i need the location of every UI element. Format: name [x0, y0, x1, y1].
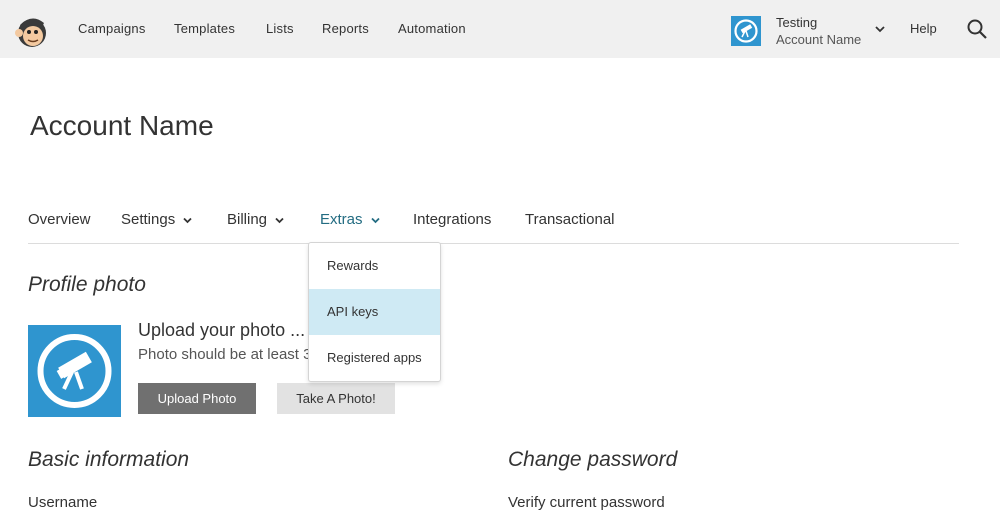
tab-label: Integrations [413, 211, 492, 228]
profile-photo [28, 325, 121, 417]
top-navigation: Campaigns Templates Lists Reports Automa… [0, 0, 1000, 58]
freddie-logo-icon[interactable] [13, 11, 51, 49]
nav-lists[interactable]: Lists [266, 21, 294, 36]
telescope-icon [734, 19, 758, 43]
page-title: Account Name [30, 110, 214, 141]
telescope-icon [37, 334, 112, 408]
take-photo-button[interactable]: Take A Photo! [277, 383, 395, 414]
tab-label: Extras [320, 211, 363, 228]
search-icon[interactable] [966, 18, 988, 40]
extras-dropdown-menu: Rewards API keys Registered apps [308, 242, 441, 382]
tab-settings[interactable]: Settings [121, 211, 192, 228]
help-link[interactable]: Help [910, 21, 937, 36]
account-avatar[interactable] [731, 16, 761, 46]
tabs-divider [28, 243, 959, 244]
chevron-down-icon [370, 217, 380, 223]
chevron-down-icon[interactable] [874, 24, 886, 34]
nav-automation[interactable]: Automation [398, 21, 466, 36]
tab-transactional[interactable]: Transactional [525, 211, 615, 228]
username-label: Username [28, 494, 98, 511]
nav-reports[interactable]: Reports [322, 21, 369, 36]
change-password-heading: Change password [508, 448, 678, 471]
tab-integrations[interactable]: Integrations [413, 211, 491, 228]
menu-item-registered-apps[interactable]: Registered apps [309, 335, 440, 381]
account-name[interactable]: Testing [776, 15, 817, 30]
verify-password-label: Verify current password [508, 494, 665, 511]
tab-label: Transactional [525, 211, 615, 228]
tab-billing[interactable]: Billing [227, 211, 284, 228]
profile-photo-heading: Profile photo [28, 273, 146, 296]
basic-information-heading: Basic information [28, 448, 190, 471]
nav-templates[interactable]: Templates [174, 21, 235, 36]
chevron-down-icon [183, 217, 192, 223]
menu-item-api-keys[interactable]: API keys [309, 289, 440, 335]
tab-extras[interactable]: Extras [320, 211, 380, 228]
menu-item-rewards[interactable]: Rewards [309, 243, 440, 289]
tab-label: Billing [227, 211, 268, 228]
chevron-down-icon [275, 217, 284, 223]
tab-label: Settings [121, 211, 176, 228]
tab-label: Overview [28, 211, 91, 228]
nav-campaigns[interactable]: Campaigns [78, 21, 146, 36]
account-subtitle[interactable]: Account Name [776, 32, 861, 47]
tab-overview[interactable]: Overview [28, 211, 91, 228]
upload-photo-button[interactable]: Upload Photo [138, 383, 256, 414]
upload-hint: Photo should be at least 3 [138, 346, 312, 363]
upload-title: Upload your photo ... [138, 320, 306, 340]
